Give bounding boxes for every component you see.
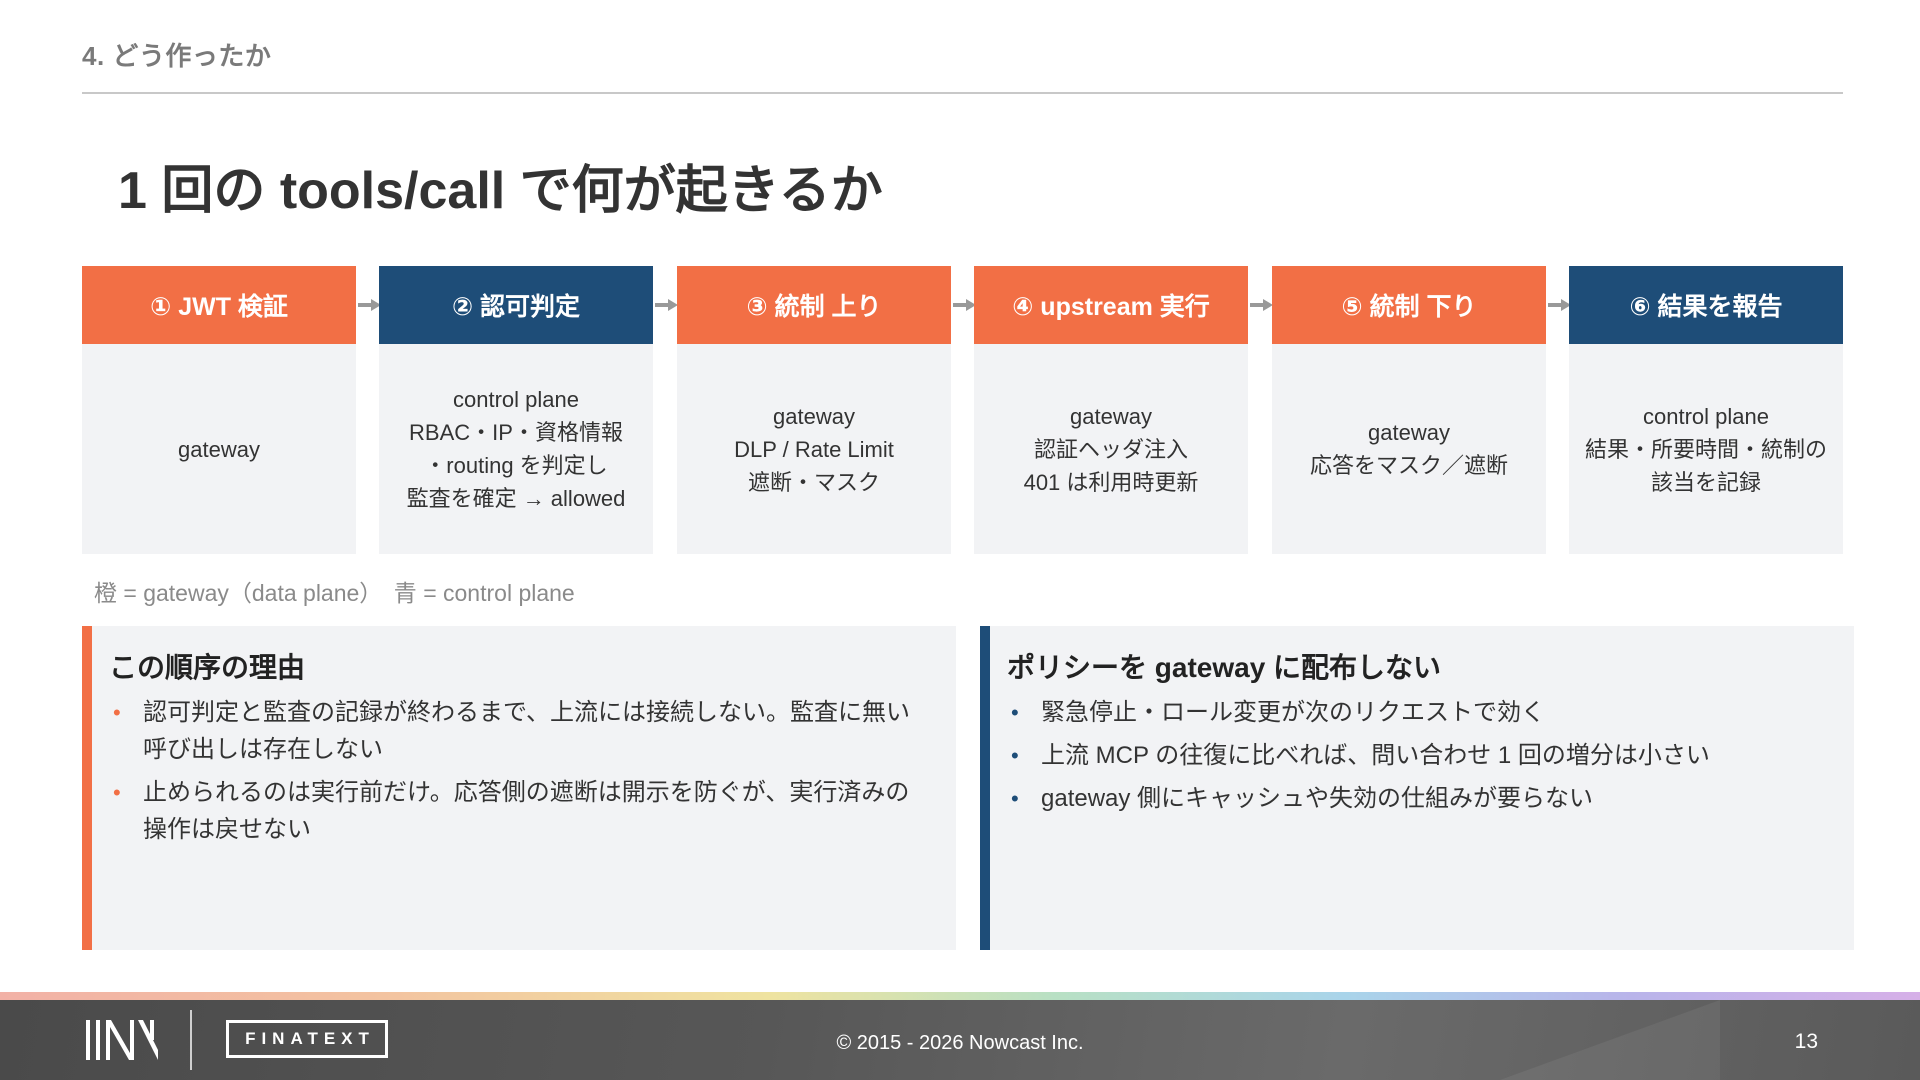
bullet-icon: • bbox=[113, 780, 121, 805]
step-header: ③ 統制 上り bbox=[677, 266, 951, 344]
step-line: gateway bbox=[1368, 420, 1450, 445]
step-line: control plane bbox=[453, 387, 579, 412]
step-2: ② 認可判定 control plane RBAC・IP・資格情報 ・routi… bbox=[379, 266, 653, 554]
step-header: ① JWT 検証 bbox=[82, 266, 356, 344]
reason-panel: この順序の理由 • 認可判定と監査の記録が終わるまで、上流には接続しない。監査に無… bbox=[82, 626, 956, 950]
step-body: control plane RBAC・IP・資格情報 ・routing を判定し… bbox=[379, 344, 653, 554]
page-number: 13 bbox=[1794, 1030, 1818, 1053]
footer: FINATEXT © 2015 - 2026 Nowcast Inc. 13 bbox=[0, 1000, 1920, 1080]
step-line: 監査を確定 → allowed bbox=[406, 486, 626, 511]
step-line: gateway bbox=[1070, 403, 1152, 429]
bullet-list: • 認可判定と監査の記録が終わるまで、上流には接続しない。監査に無い呼び出しは存在… bbox=[109, 694, 929, 854]
panel-title: ポリシーを gateway に配布しない bbox=[1007, 652, 1442, 683]
arrow-right-icon bbox=[1250, 297, 1274, 313]
step-header: ⑥ 結果を報告 bbox=[1569, 266, 1843, 344]
color-legend: 橙 = gateway（data plane） 青 = control plan… bbox=[94, 580, 575, 606]
step-header: ⑤ 統制 下り bbox=[1272, 266, 1546, 344]
step-line: 遮断・マスク bbox=[747, 469, 880, 495]
section-label: 4. どう作ったか bbox=[82, 41, 272, 71]
step-line: RBAC・IP・資格情報 bbox=[409, 420, 623, 445]
flow-steps: ① JWT 検証 gateway ② 認可判定 control plane RB… bbox=[82, 266, 1843, 554]
step-5: ⑤ 統制 下り gateway 応答をマスク／遮断 bbox=[1272, 266, 1546, 554]
step-header: ④ upstream 実行 bbox=[974, 266, 1248, 344]
step-3: ③ 統制 上り gateway DLP / Rate Limit 遮断・マスク bbox=[677, 266, 951, 554]
list-item: • 認可判定と監査の記録が終わるまで、上流には接続しない。監査に無い呼び出しは存在… bbox=[109, 694, 929, 768]
footer-gradient-bar bbox=[0, 992, 1920, 1000]
step-6: ⑥ 結果を報告 control plane 結果・所要時間・統制の 該当を記録 bbox=[1569, 266, 1843, 554]
step-line: gateway bbox=[773, 403, 855, 429]
step-line: 結果・所要時間・統制の bbox=[1584, 436, 1827, 462]
step-line: 応答をマスク／遮断 bbox=[1309, 453, 1508, 478]
step-line: 認証ヘッダ注入 bbox=[1033, 436, 1188, 462]
step-body: gateway 認証ヘッダ注入 401 は利用時更新 bbox=[974, 344, 1248, 554]
bullet-icon: • bbox=[1011, 786, 1019, 811]
copyright: © 2015 - 2026 Nowcast Inc. bbox=[836, 1032, 1084, 1054]
header-divider bbox=[82, 92, 1843, 94]
list-item: • 緊急停止・ロール変更が次のリクエストで効く bbox=[1007, 694, 1827, 731]
step-body: gateway bbox=[82, 344, 356, 554]
slide-title: 1 回の tools/call で何が起きるか bbox=[118, 162, 883, 220]
policy-panel: ポリシーを gateway に配布しない • 緊急停止・ロール変更が次のリクエスト… bbox=[980, 626, 1854, 950]
arrow-right-icon bbox=[655, 297, 679, 313]
step-header: ② 認可判定 bbox=[379, 266, 653, 344]
step-line: 該当を記録 bbox=[1650, 469, 1761, 495]
step-1: ① JWT 検証 gateway bbox=[82, 266, 356, 554]
bullet-icon: • bbox=[1011, 700, 1019, 725]
step-body: control plane 結果・所要時間・統制の 該当を記録 bbox=[1569, 344, 1843, 554]
step-line: control plane bbox=[1643, 403, 1769, 429]
list-item: • gateway 側にキャッシュや失効の仕組みが要らない bbox=[1007, 780, 1827, 817]
step-line: DLP / Rate Limit bbox=[734, 436, 894, 462]
list-item: • 止められるのは実行前だけ。応答側の遮断は開示を防ぐが、実行済みの操作は戻せない bbox=[109, 774, 929, 848]
bullet-list: • 緊急停止・ロール変更が次のリクエストで効く • 上流 MCP の往復に比べれば、… bbox=[1007, 694, 1827, 823]
step-line: gateway bbox=[178, 436, 260, 462]
step-line: ・routing を判定し bbox=[424, 453, 608, 478]
bullet-icon: • bbox=[1011, 743, 1019, 768]
step-line: 401 は利用時更新 bbox=[1023, 469, 1199, 495]
step-body: gateway 応答をマスク／遮断 bbox=[1272, 344, 1546, 554]
step-body: gateway DLP / Rate Limit 遮断・マスク bbox=[677, 344, 951, 554]
panel-title: この順序の理由 bbox=[109, 652, 306, 683]
list-item: • 上流 MCP の往復に比べれば、問い合わせ 1 回の増分は小さい bbox=[1007, 737, 1827, 774]
step-4: ④ upstream 実行 gateway 認証ヘッダ注入 401 は利用時更新 bbox=[974, 266, 1248, 554]
bullet-icon: • bbox=[113, 700, 121, 725]
